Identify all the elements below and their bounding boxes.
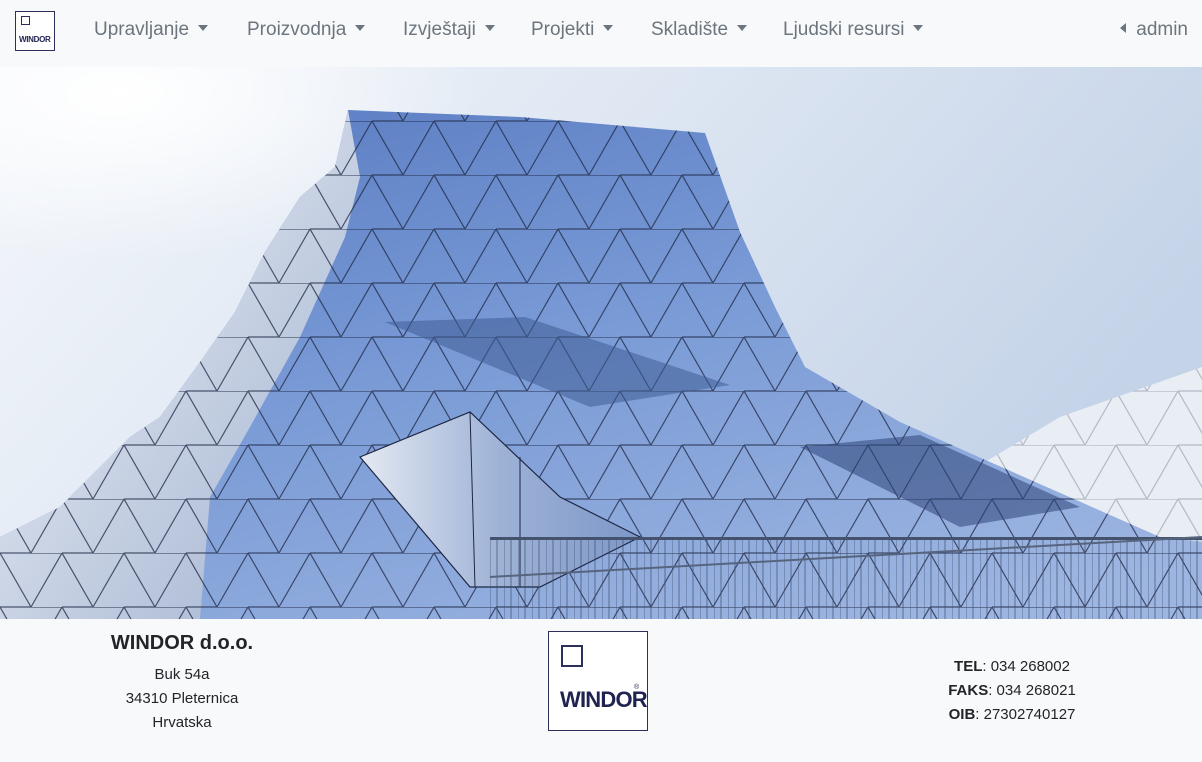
nav-izvjestaji[interactable]: Izvještaji (403, 19, 495, 45)
caret-down-icon (198, 25, 209, 31)
brand-logo-text: WINDOR (19, 35, 51, 44)
user-menu[interactable]: admin (1120, 19, 1188, 41)
footer: WINDOR d.o.o. Buk 54a 34310 Pleternica H… (0, 619, 1202, 762)
company-name: WINDOR d.o.o. (110, 632, 254, 654)
address-street: Buk 54a (154, 666, 210, 683)
registered-mark: ® (634, 684, 640, 691)
nav-proizvodnja[interactable]: Proizvodnja (247, 19, 366, 45)
hero-image (0, 67, 1202, 619)
caret-down-icon (484, 25, 495, 31)
contact-oib: OIB: 27302740127 (948, 706, 1076, 723)
footer-logo: WINDOR ® (548, 631, 648, 731)
logo-square-icon (21, 16, 30, 25)
navbar: WINDOR Upravljanje Proizvodnja Izvještaj… (0, 0, 1202, 67)
brand-logo[interactable]: WINDOR (15, 11, 55, 51)
nav-projekti[interactable]: Projekti (531, 19, 614, 45)
company-info: WINDOR d.o.o. Buk 54a 34310 Pleternica H… (82, 632, 282, 735)
contact-tel: TEL: 034 268002 (954, 658, 1070, 675)
contact-info: TEL: 034 268002 FAKS: 034 268021 OIB: 27… (912, 655, 1112, 727)
logo-square-icon (561, 645, 583, 667)
contact-faks: FAKS: 034 268021 (948, 682, 1076, 699)
caret-down-icon (603, 25, 614, 31)
address-country: Hrvatska (152, 714, 212, 731)
nav-skladiste[interactable]: Skladište (651, 19, 748, 45)
caret-down-icon (355, 25, 366, 31)
nav-upravljanje[interactable]: Upravljanje (94, 19, 209, 45)
address-city: 34310 Pleternica (125, 690, 239, 707)
caret-down-icon (913, 25, 924, 31)
nav-ljudski-resursi[interactable]: Ljudski resursi (783, 19, 924, 45)
caret-down-icon (737, 25, 748, 31)
caret-left-icon (1120, 23, 1127, 33)
